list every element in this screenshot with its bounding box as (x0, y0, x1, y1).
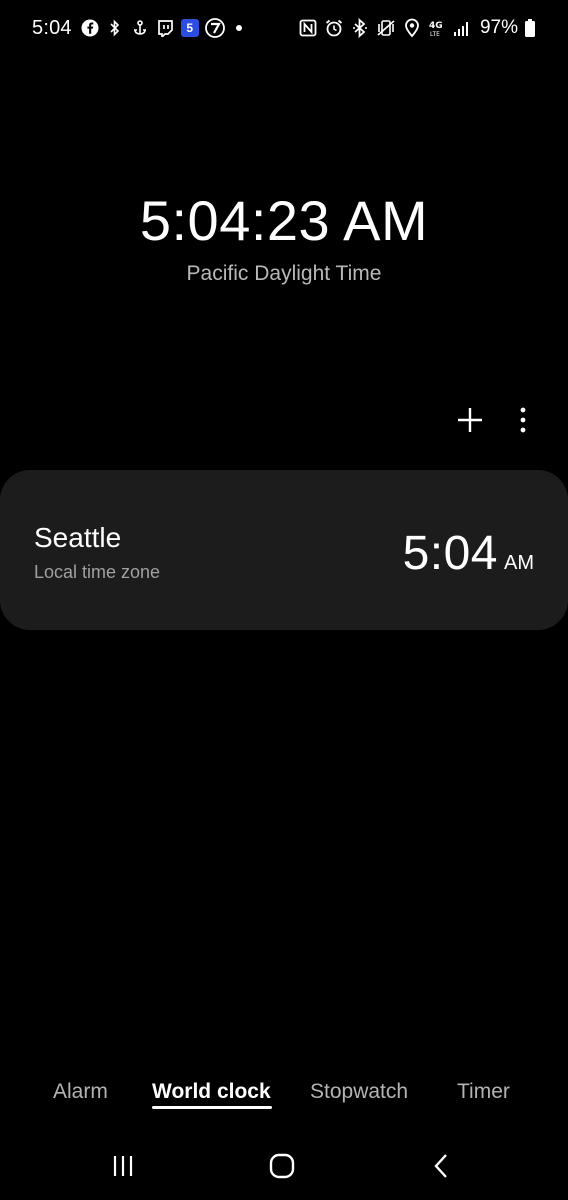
bluetooth-icon (350, 18, 370, 38)
4g-lte-icon: 4G LTE (428, 18, 446, 38)
status-bar: 5:04 5 4G LTE 97% (0, 0, 568, 56)
recents-icon (113, 1156, 133, 1176)
bottom-tab-bar: Alarm World clock Stopwatch Timer (0, 1074, 568, 1120)
tab-timer[interactable]: Timer (457, 1080, 510, 1104)
status-left: 5:04 5 (32, 14, 242, 42)
back-icon (434, 1154, 447, 1178)
anchor-icon (130, 18, 150, 38)
more-options-button[interactable] (506, 400, 540, 440)
twitch-icon (155, 18, 175, 38)
alarm-icon (324, 18, 344, 38)
city-name: Seattle (34, 522, 122, 553)
home-icon (269, 1153, 295, 1179)
back-button[interactable] (421, 1146, 461, 1186)
tab-stopwatch[interactable]: Stopwatch (310, 1080, 408, 1104)
svg-text:4G: 4G (429, 21, 443, 31)
battery-percent: 97% (479, 17, 518, 38)
nfc-icon (298, 18, 318, 38)
city-time: 5:04 AM (403, 526, 534, 581)
city-card-seattle[interactable]: Seattle Local time zone 5:04 AM (0, 470, 568, 630)
active-tab-indicator (152, 1106, 272, 1109)
facebook-icon (80, 18, 100, 38)
vibrate-icon (376, 18, 396, 38)
bluetooth-small-icon (105, 18, 125, 38)
city-subtitle: Local time zone (34, 562, 161, 582)
svg-text:LTE: LTE (430, 31, 440, 38)
status-right: 4G LTE 97% (296, 14, 540, 42)
home-button[interactable] (262, 1146, 302, 1186)
timezone-name: Pacific Daylight Time (186, 262, 382, 285)
location-icon (402, 18, 422, 38)
tab-world-clock[interactable]: World clock (152, 1080, 271, 1104)
blue-app-icon: 5 (180, 18, 200, 38)
recents-button[interactable] (103, 1146, 143, 1186)
more-vert-icon (520, 407, 526, 433)
channel7-icon (204, 18, 225, 38)
status-time: 5:04 (32, 16, 72, 39)
current-time: 5:04:23 AM (139, 189, 429, 252)
battery-icon (524, 18, 536, 38)
tab-alarm[interactable]: Alarm (53, 1080, 108, 1104)
city-time-ampm: AM (504, 552, 534, 574)
city-time-value: 5:04 (402, 527, 498, 580)
add-city-button[interactable] (450, 400, 490, 440)
plus-icon (458, 408, 482, 432)
signal-icon (452, 18, 472, 38)
notification-dot-icon (235, 25, 242, 31)
system-nav-bar (0, 1132, 568, 1200)
